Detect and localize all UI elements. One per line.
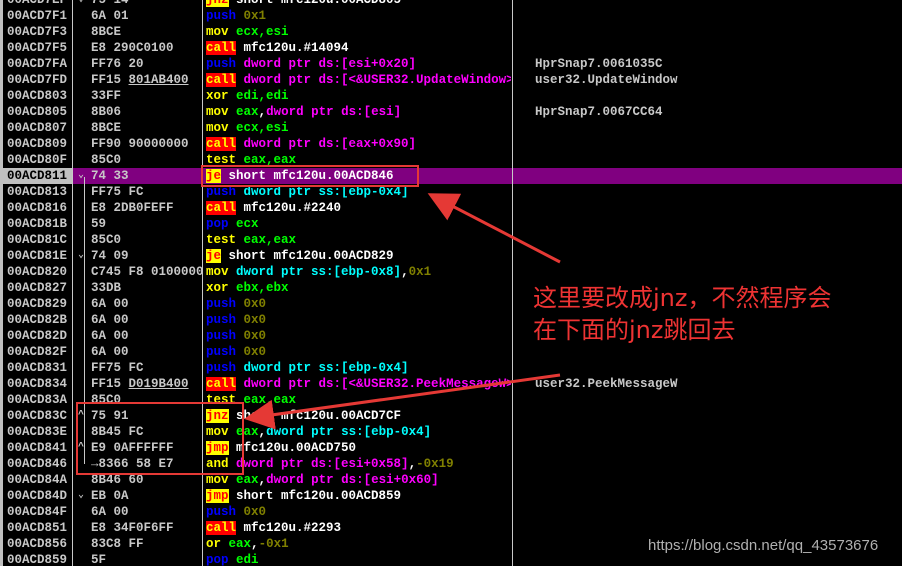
watermark: https://blog.csdn.net/qq_43573676 xyxy=(648,537,879,554)
arrow-to-jnz xyxy=(244,373,561,430)
arrow-to-je xyxy=(427,193,561,264)
annotation-note: 这里要改成jnz，不然程序会 在下面的jnz跳回去 xyxy=(533,282,831,346)
disassembly-window: 00ACD7EF⌄75 14jnz short mfc120u.00ACD805… xyxy=(0,0,902,566)
note-line-2: 在下面的jnz跳回去 xyxy=(533,316,736,344)
note-line-1: 这里要改成jnz，不然程序会 xyxy=(533,284,832,312)
